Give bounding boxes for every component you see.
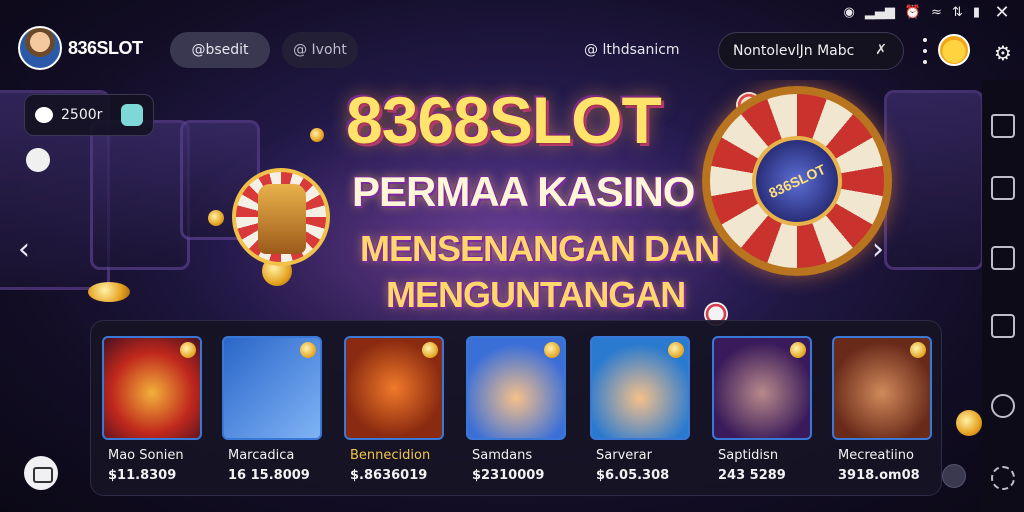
app-screen: 836SLOT 8368SLOT PERMAA KASINO MENSENANG… — [0, 0, 1024, 512]
signal-icon: ▂▄▆ — [864, 4, 895, 20]
game-card[interactable]: Samdans $2310009 — [464, 334, 568, 492]
data-icon: ⇅ — [951, 4, 963, 20]
coin-decoration — [208, 210, 224, 226]
game-jackpot: 3918.om08 — [838, 468, 920, 483]
battery-icon: ▮ — [972, 4, 980, 20]
game-card[interactable]: Bennecidion $.8636019 — [342, 334, 446, 492]
game-jackpot: 16 15.8009 — [228, 468, 310, 483]
window-icon[interactable] — [991, 246, 1015, 270]
brand-logo[interactable] — [18, 26, 62, 70]
circle-icon[interactable] — [991, 394, 1015, 418]
game-jackpot: 243 5289 — [718, 468, 786, 483]
user-avatar-icon[interactable] — [938, 34, 970, 66]
coin-decoration — [88, 282, 130, 302]
nav-tab-active[interactable]: @bsedit — [170, 32, 270, 68]
game-title: Sarverar — [596, 448, 652, 463]
balance-widget[interactable]: 2500r — [24, 94, 154, 136]
game-thumbnail[interactable] — [712, 336, 812, 440]
coin-icon — [300, 342, 316, 358]
game-card[interactable]: Mao Sonien $11.8309 — [100, 334, 204, 492]
game-card[interactable]: Mecreatiino 3918.om08 — [830, 334, 934, 492]
search-input[interactable]: NontolevlJn Mabc ✗ — [718, 32, 904, 70]
mascot-emblem — [232, 168, 330, 266]
brand-name[interactable]: 836SLOT — [68, 38, 143, 59]
hero-title: 8368SLOT — [346, 83, 662, 157]
chevron-right-icon[interactable]: › — [872, 232, 884, 267]
game-jackpot: $11.8309 — [108, 468, 177, 483]
game-card[interactable]: Sarverar $6.05.308 — [588, 334, 692, 492]
status-bar: ◉ ▂▄▆ ⏰ ≈ ⇅ ▮ — [844, 0, 981, 24]
game-title: Mecreatiino — [838, 448, 914, 463]
hero-subheadline-2: MENGUNTANGAN — [386, 274, 686, 315]
square-icon[interactable] — [991, 176, 1015, 200]
game-title: Saptidisn — [718, 448, 779, 463]
gear-icon[interactable] — [991, 466, 1015, 490]
coin-decoration — [310, 128, 324, 142]
slot-machine-background — [90, 120, 190, 270]
alarm-icon: ⏰ — [904, 4, 922, 20]
coin-icon — [790, 342, 806, 358]
top-navigation: 836SLOT @bsedit @ Ivoht @ lthdsanicm Non… — [0, 24, 1024, 80]
right-sidebar — [982, 80, 1024, 512]
nav-link[interactable]: @ lthdsanicm — [584, 42, 680, 58]
list-icon[interactable] — [991, 314, 1015, 338]
game-card[interactable]: Marcadica 16 15.8009 — [220, 334, 324, 492]
game-jackpot: $.8636019 — [350, 468, 428, 483]
coin-decoration — [956, 410, 982, 436]
game-thumbnail[interactable] — [590, 336, 690, 440]
game-title: Samdans — [472, 448, 533, 463]
game-thumbnail[interactable] — [222, 336, 322, 440]
search-value: NontolevlJn Mabc — [733, 43, 855, 59]
game-title: Bennecidion — [350, 448, 431, 463]
chat-button[interactable] — [24, 456, 58, 490]
close-icon[interactable]: ✕ — [990, 0, 1014, 24]
wallet-icon[interactable] — [121, 104, 143, 126]
coin-icon — [422, 342, 438, 358]
nav-tab[interactable]: @ Ivoht — [282, 32, 358, 68]
home-icon[interactable] — [991, 114, 1015, 138]
record-icon: ◉ — [843, 4, 855, 20]
game-title: Mao Sonien — [108, 448, 184, 463]
game-jackpot: $2310009 — [472, 468, 545, 483]
game-thumbnail[interactable] — [832, 336, 932, 440]
wifi-icon: ≈ — [931, 4, 942, 20]
speech-bubble-icon — [35, 107, 53, 123]
coin-icon — [910, 342, 926, 358]
balance-amount: 2500r — [61, 107, 103, 123]
game-card[interactable]: Saptidisn 243 5289 — [710, 334, 814, 492]
game-title: Marcadica — [228, 448, 295, 463]
game-thumbnail[interactable] — [344, 336, 444, 440]
chevron-left-icon[interactable]: ‹ — [18, 232, 30, 267]
scroll-indicator[interactable] — [942, 464, 966, 488]
hero-headline: PERMAA KASINO — [352, 168, 695, 215]
kebab-menu-icon[interactable] — [920, 38, 930, 64]
hero-subheadline: MENSENANGAN DAN — [360, 228, 720, 269]
game-thumbnail[interactable] — [102, 336, 202, 440]
gear-icon[interactable]: ⚙ — [990, 40, 1016, 66]
coin-icon — [180, 342, 196, 358]
slot-machine-background — [884, 90, 982, 270]
game-jackpot: $6.05.308 — [596, 468, 670, 483]
game-thumbnail[interactable] — [466, 336, 566, 440]
close-icon[interactable]: ✗ — [875, 42, 887, 58]
coin-icon — [668, 342, 684, 358]
coin-icon — [544, 342, 560, 358]
